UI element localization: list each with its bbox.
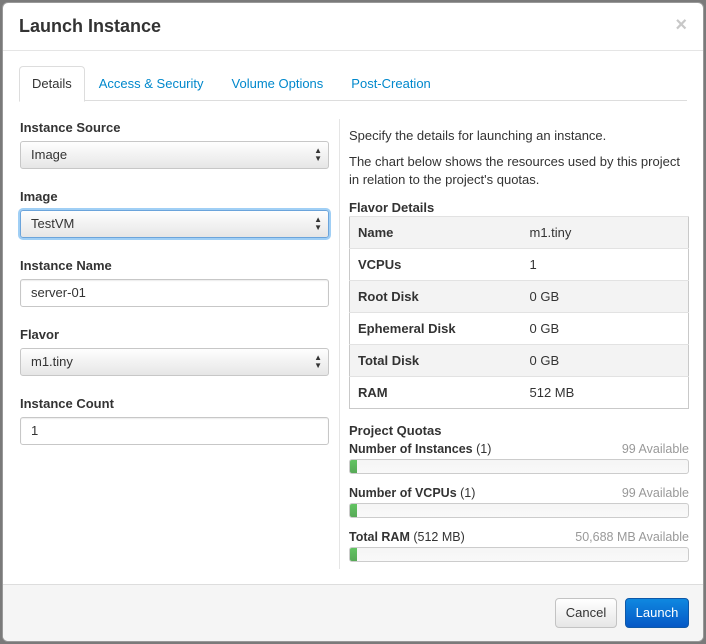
instance-source-value: Image bbox=[31, 147, 68, 162]
dialog-footer: Cancel Launch bbox=[3, 584, 703, 641]
table-row: Name m1.tiny bbox=[349, 216, 689, 249]
instance-count-label: Instance Count bbox=[20, 396, 114, 411]
quota-label: Number of Instances (1) bbox=[349, 441, 491, 457]
select-arrows-icon: ▲ ▼ bbox=[314, 215, 322, 232]
quota-progress-bar bbox=[349, 459, 689, 474]
flavor-value: 1 bbox=[521, 248, 689, 281]
instance-name-value: server-01 bbox=[31, 285, 86, 300]
table-row: Ephemeral Disk 0 GB bbox=[349, 312, 689, 345]
quota-progress-bar bbox=[349, 547, 689, 562]
flavor-value: m1.tiny bbox=[31, 354, 73, 369]
table-row: Total Disk 0 GB bbox=[349, 344, 689, 377]
instance-source-select[interactable]: Image ▲ ▼ bbox=[20, 141, 329, 169]
select-arrows-icon: ▲ ▼ bbox=[314, 146, 322, 163]
quota-label: Total RAM (512 MB) bbox=[349, 529, 465, 545]
tab-bar: Details Access & Security Volume Options… bbox=[19, 66, 687, 102]
flavor-details-table: Name m1.tiny VCPUs 1 Root Disk 0 GB Ephe… bbox=[349, 216, 689, 409]
quota-name: Number of Instances bbox=[349, 442, 473, 456]
launch-button[interactable]: Launch bbox=[625, 598, 689, 628]
details-form: Instance Source Image ▲ ▼ Image TestVM ▲ ▼… bbox=[20, 119, 329, 464]
instance-name-label: Instance Name bbox=[20, 258, 112, 273]
quota-progress-bar bbox=[349, 503, 689, 518]
details-info: Specify the details for launching an ins… bbox=[349, 119, 689, 573]
flavor-key: Name bbox=[349, 216, 522, 249]
image-value: TestVM bbox=[31, 216, 75, 231]
flavor-key: Ephemeral Disk bbox=[349, 312, 522, 345]
flavor-value: 0 GB bbox=[521, 312, 689, 345]
quota-available: 99 Available bbox=[621, 442, 689, 456]
launch-instance-dialog: Launch Instance × Details Access & Secur… bbox=[2, 2, 704, 642]
instance-count-value: 1 bbox=[31, 423, 39, 438]
close-icon[interactable]: × bbox=[675, 15, 687, 35]
flavor-details-title: Flavor Details bbox=[349, 200, 435, 215]
quota-name: Total RAM bbox=[349, 530, 410, 544]
help-text-1: Specify the details for launching an ins… bbox=[349, 128, 607, 143]
tab-access-security[interactable]: Access & Security bbox=[85, 66, 218, 101]
instance-name-input[interactable]: server-01 bbox=[20, 279, 329, 307]
quota-available: 99 Available bbox=[621, 486, 689, 500]
quota-available: 50,688 MB Available bbox=[575, 530, 689, 544]
table-row: Root Disk 0 GB bbox=[349, 280, 689, 313]
flavor-select[interactable]: m1.tiny ▲ ▼ bbox=[20, 348, 329, 376]
flavor-value: 0 GB bbox=[521, 280, 689, 313]
flavor-key: Root Disk bbox=[349, 280, 522, 313]
table-row: VCPUs 1 bbox=[349, 248, 689, 281]
flavor-key: VCPUs bbox=[349, 248, 522, 281]
quota-label: Number of VCPUs (1) bbox=[349, 485, 475, 501]
dialog-title: Launch Instance bbox=[19, 16, 162, 36]
quota-row: Number of Instances (1) 99 Available bbox=[349, 441, 689, 457]
cancel-button[interactable]: Cancel bbox=[555, 598, 617, 628]
flavor-value: m1.tiny bbox=[521, 216, 689, 249]
table-row: RAM 512 MB bbox=[349, 376, 689, 409]
instance-count-input[interactable]: 1 bbox=[20, 417, 329, 445]
quota-detail: (1) bbox=[456, 486, 476, 500]
quota-progress-fill bbox=[350, 548, 357, 561]
quota-row: Total RAM (512 MB) 50,688 MB Available bbox=[349, 529, 689, 545]
select-arrows-icon: ▲ ▼ bbox=[314, 353, 322, 370]
flavor-key: RAM bbox=[349, 376, 522, 409]
quota-detail: (512 MB) bbox=[409, 530, 465, 544]
quota-progress-fill bbox=[350, 460, 357, 473]
flavor-label: Flavor bbox=[20, 327, 60, 342]
flavor-key: Total Disk bbox=[349, 344, 522, 377]
column-divider bbox=[339, 119, 340, 569]
flavor-value: 0 GB bbox=[521, 344, 689, 377]
quota-row: Number of VCPUs (1) 99 Available bbox=[349, 485, 689, 501]
tab-details[interactable]: Details bbox=[19, 66, 85, 102]
tab-post-creation[interactable]: Post-Creation bbox=[337, 66, 444, 101]
quota-name: Number of VCPUs bbox=[349, 486, 457, 500]
dialog-header: Launch Instance × bbox=[3, 3, 703, 51]
project-quotas-title: Project Quotas bbox=[349, 423, 442, 438]
image-select[interactable]: TestVM ▲ ▼ bbox=[20, 210, 329, 238]
flavor-value: 512 MB bbox=[521, 376, 689, 409]
tab-volume-options[interactable]: Volume Options bbox=[218, 66, 338, 101]
instance-source-label: Instance Source bbox=[20, 120, 121, 135]
help-text-2: The chart below shows the resources used… bbox=[349, 154, 680, 187]
quota-progress-fill bbox=[350, 504, 357, 517]
image-label: Image bbox=[20, 189, 58, 204]
quota-detail: (1) bbox=[472, 442, 492, 456]
